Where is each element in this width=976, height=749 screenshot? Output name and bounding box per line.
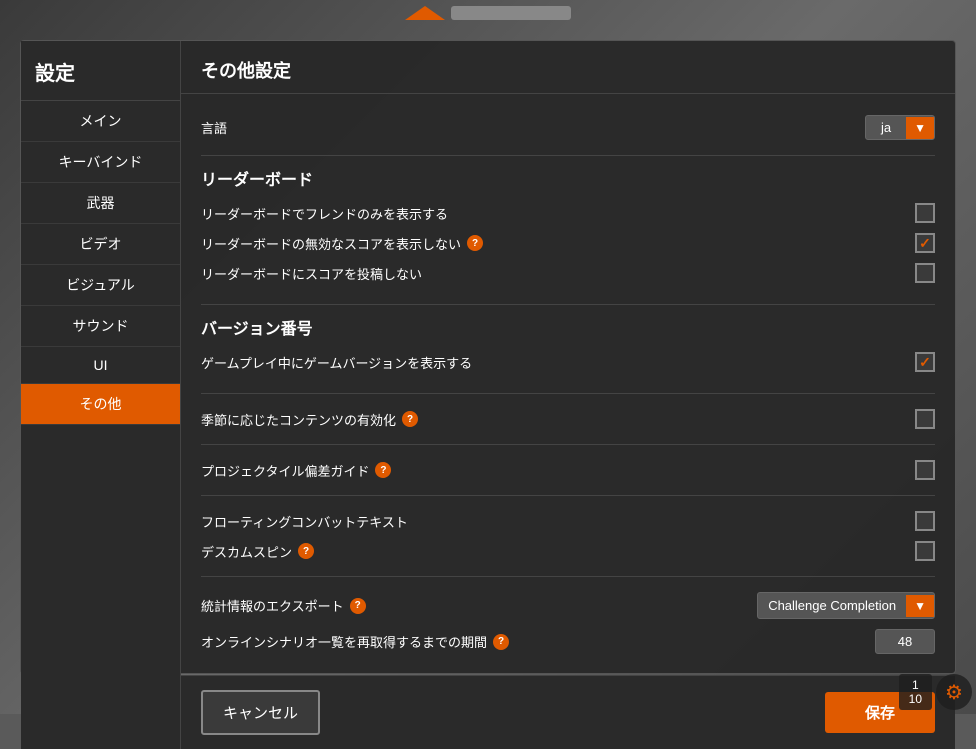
language-dropdown-arrow-icon: ▼ bbox=[906, 117, 934, 139]
version-section: バージョン番号 ゲームプレイ中にゲームバージョンを表示する bbox=[201, 315, 935, 377]
language-dropdown-value: ja bbox=[866, 116, 906, 139]
leaderboard-checkbox-2[interactable] bbox=[915, 263, 935, 283]
floating-row: フローティングコンバットテキスト bbox=[201, 506, 935, 536]
leaderboard-label-1: リーダーボードの無効なスコアを表示しない ? bbox=[201, 234, 915, 253]
sidebar-item-weapons[interactable]: 武器 bbox=[21, 183, 180, 224]
online-scenario-help-icon[interactable]: ? bbox=[493, 634, 509, 650]
seasonal-label: 季節に応じたコンテンツの有効化 ? bbox=[201, 410, 915, 429]
floating-checkbox[interactable] bbox=[915, 511, 935, 531]
divider-4 bbox=[201, 444, 935, 445]
seasonal-help-icon[interactable]: ? bbox=[402, 411, 418, 427]
leaderboard-label-2: リーダーボードにスコアを投稿しない bbox=[201, 264, 915, 283]
leaderboard-section: リーダーボード リーダーボードでフレンドのみを表示する リーダーボードの無効なス… bbox=[201, 166, 935, 288]
leaderboard-checkbox-0[interactable] bbox=[915, 203, 935, 223]
sidebar-item-other[interactable]: その他 bbox=[21, 384, 180, 425]
seasonal-checkbox[interactable] bbox=[915, 409, 935, 429]
sidebar: 設定 メイン キーバインド 武器 ビデオ ビジュアル サウンド UI その他 bbox=[21, 41, 181, 749]
leaderboard-title: リーダーボード bbox=[201, 166, 935, 190]
version-label-0: ゲームプレイ中にゲームバージョンを表示する bbox=[201, 353, 915, 372]
sidebar-header: 設定 bbox=[21, 41, 180, 101]
sidebar-item-sound[interactable]: サウンド bbox=[21, 306, 180, 347]
leaderboard-checkbox-1[interactable] bbox=[915, 233, 935, 253]
stats-export-label: 統計情報のエクスポート ? bbox=[201, 596, 757, 615]
leaderboard-help-icon-1[interactable]: ? bbox=[467, 235, 483, 251]
stats-export-dropdown[interactable]: Challenge Completion ▼ bbox=[757, 592, 935, 619]
online-scenario-label: オンラインシナリオ一覧を再取得するまでの期間 ? bbox=[201, 632, 875, 651]
stats-export-row: 統計情報のエクスポート ? Challenge Completion ▼ bbox=[201, 587, 935, 624]
sidebar-item-ui[interactable]: UI bbox=[21, 347, 180, 384]
divider-1 bbox=[201, 155, 935, 156]
stats-export-dropdown-value: Challenge Completion bbox=[758, 593, 906, 618]
divider-2 bbox=[201, 304, 935, 305]
stats-export-help-icon[interactable]: ? bbox=[350, 598, 366, 614]
dialog-footer: キャンセル 保存 bbox=[181, 675, 955, 749]
content-body: 言語 ja ▼ リーダーボード リーダーボードでフレンドのみを表示する bbox=[181, 94, 955, 675]
seasonal-row: 季節に応じたコンテンツの有効化 ? bbox=[201, 404, 935, 434]
content-title: その他設定 bbox=[181, 41, 955, 94]
top-triangle-icon bbox=[405, 6, 445, 20]
top-bar-right bbox=[451, 6, 571, 20]
projectile-row: プロジェクタイル偏差ガイド ? bbox=[201, 455, 935, 485]
sidebar-item-main[interactable]: メイン bbox=[21, 101, 180, 142]
projectile-label: プロジェクタイル偏差ガイド ? bbox=[201, 461, 915, 480]
version-title: バージョン番号 bbox=[201, 315, 935, 339]
main-content: その他設定 言語 ja ▼ リーダーボード リーダーボードでフレンドのみを表示す… bbox=[181, 41, 955, 749]
leaderboard-row-0: リーダーボードでフレンドのみを表示する bbox=[201, 198, 935, 228]
divider-5 bbox=[201, 495, 935, 496]
leaderboard-row-2: リーダーボードにスコアを投稿しない bbox=[201, 258, 935, 288]
language-dropdown[interactable]: ja ▼ bbox=[865, 115, 935, 140]
deskcam-checkbox[interactable] bbox=[915, 541, 935, 561]
deskcam-label: デスカムスピン ? bbox=[201, 542, 915, 561]
version-checkbox-0[interactable] bbox=[915, 352, 935, 372]
deskcam-help-icon[interactable]: ? bbox=[298, 543, 314, 559]
divider-6 bbox=[201, 576, 935, 577]
bottom-hud: 110 ⚙ bbox=[895, 670, 976, 714]
projectile-help-icon[interactable]: ? bbox=[375, 462, 391, 478]
language-row: 言語 ja ▼ bbox=[201, 110, 935, 145]
leaderboard-row-1: リーダーボードの無効なスコアを表示しない ? bbox=[201, 228, 935, 258]
sidebar-item-keybind[interactable]: キーバインド bbox=[21, 142, 180, 183]
cancel-button[interactable]: キャンセル bbox=[201, 690, 320, 735]
leaderboard-label-0: リーダーボードでフレンドのみを表示する bbox=[201, 204, 915, 223]
hud-counter: 110 bbox=[899, 674, 932, 710]
sidebar-item-visual[interactable]: ビジュアル bbox=[21, 265, 180, 306]
dialog-wrapper: 設定 メイン キーバインド 武器 ビデオ ビジュアル サウンド UI その他 そ… bbox=[21, 41, 955, 749]
sidebar-item-video[interactable]: ビデオ bbox=[21, 224, 180, 265]
deskcam-row: デスカムスピン ? bbox=[201, 536, 935, 566]
floating-label: フローティングコンバットテキスト bbox=[201, 512, 915, 531]
version-row-0: ゲームプレイ中にゲームバージョンを表示する bbox=[201, 347, 935, 377]
online-scenario-row: オンラインシナリオ一覧を再取得するまでの期間 ? 48 bbox=[201, 624, 935, 659]
hud-gear-icon[interactable]: ⚙ bbox=[936, 674, 972, 710]
divider-3 bbox=[201, 393, 935, 394]
language-label: 言語 bbox=[201, 118, 865, 137]
projectile-checkbox[interactable] bbox=[915, 460, 935, 480]
online-scenario-input[interactable]: 48 bbox=[875, 629, 935, 654]
top-bar bbox=[0, 0, 976, 20]
stats-export-dropdown-arrow-icon: ▼ bbox=[906, 595, 934, 617]
settings-dialog: 設定 メイン キーバインド 武器 ビデオ ビジュアル サウンド UI その他 そ… bbox=[20, 40, 956, 674]
